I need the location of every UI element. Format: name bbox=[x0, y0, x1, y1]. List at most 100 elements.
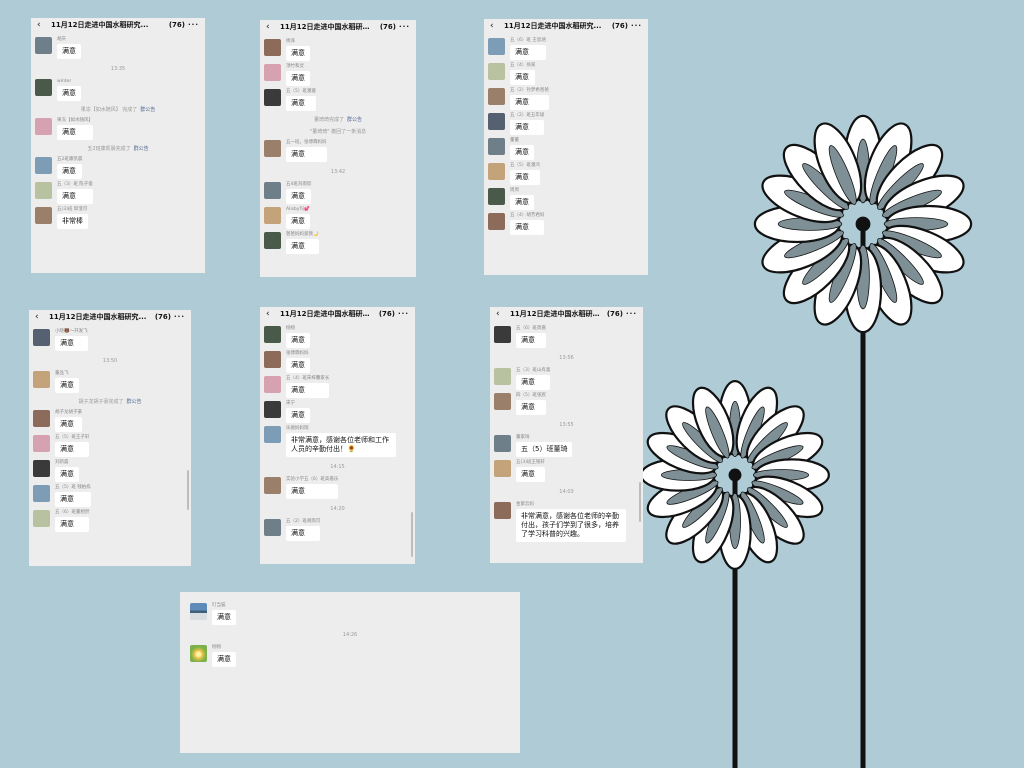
message-bubble[interactable]: 满意 bbox=[286, 189, 312, 204]
message-bubble[interactable]: 满意 bbox=[55, 417, 82, 432]
avatar[interactable] bbox=[488, 38, 505, 55]
avatar[interactable] bbox=[264, 64, 281, 81]
message-bubble[interactable]: 满意 bbox=[57, 164, 83, 179]
message-bubble[interactable]: 满意 bbox=[57, 44, 81, 59]
more-dots-icon[interactable]: ··· bbox=[623, 310, 637, 318]
avatar[interactable] bbox=[35, 79, 52, 96]
message-bubble[interactable]: 满意 bbox=[516, 467, 545, 482]
avatar[interactable] bbox=[488, 113, 505, 130]
message-bubble[interactable]: 满意 bbox=[286, 239, 319, 254]
avatar[interactable] bbox=[33, 329, 50, 346]
avatar[interactable] bbox=[494, 435, 511, 452]
avatar[interactable] bbox=[264, 89, 281, 106]
message-bubble[interactable]: 满意 bbox=[510, 45, 546, 60]
avatar[interactable] bbox=[488, 88, 505, 105]
message-bubble[interactable]: 满意 bbox=[286, 383, 330, 398]
avatar[interactable] bbox=[33, 410, 50, 427]
avatar[interactable] bbox=[488, 188, 505, 205]
avatar[interactable] bbox=[264, 39, 281, 56]
message-bubble[interactable]: 满意 bbox=[516, 333, 546, 348]
avatar[interactable] bbox=[488, 163, 505, 180]
avatar[interactable] bbox=[33, 435, 50, 452]
back-icon[interactable]: ‹ bbox=[37, 20, 47, 30]
message-bubble[interactable]: 满意 bbox=[516, 400, 546, 415]
avatar[interactable] bbox=[264, 351, 281, 368]
message-bubble[interactable]: 满意 bbox=[55, 517, 90, 532]
group-notice-link[interactable]: 群公告 bbox=[347, 117, 362, 123]
back-icon[interactable]: ‹ bbox=[35, 312, 45, 322]
avatar[interactable] bbox=[264, 207, 281, 224]
avatar[interactable] bbox=[264, 401, 281, 418]
message-bubble[interactable]: 非常满意，感谢各位老师和工作人员的辛勤付出！🌻 bbox=[286, 433, 396, 457]
message-bubble[interactable]: 满意 bbox=[57, 86, 81, 101]
message-bubble[interactable]: 满意 bbox=[212, 652, 236, 667]
avatar[interactable] bbox=[33, 371, 50, 388]
more-dots-icon[interactable]: ··· bbox=[395, 310, 409, 318]
avatar[interactable] bbox=[35, 182, 52, 199]
message-bubble[interactable]: 满意 bbox=[286, 147, 327, 162]
scrollbar[interactable] bbox=[639, 482, 641, 522]
message-bubble[interactable]: 满意 bbox=[286, 526, 321, 541]
avatar[interactable] bbox=[190, 645, 207, 662]
message-bubble[interactable]: 满意 bbox=[510, 70, 536, 85]
more-dots-icon[interactable]: ··· bbox=[628, 22, 642, 30]
message-bubble[interactable]: 满意 bbox=[57, 125, 93, 140]
message-bubble[interactable]: 五（5）班董琦 bbox=[516, 442, 573, 457]
message-bubble[interactable]: 满意 bbox=[510, 95, 549, 110]
avatar[interactable] bbox=[494, 326, 511, 343]
avatar[interactable] bbox=[35, 118, 52, 135]
avatar[interactable] bbox=[33, 460, 50, 477]
message-bubble[interactable]: 满意 bbox=[286, 71, 310, 86]
avatar[interactable] bbox=[494, 460, 511, 477]
message-bubble[interactable]: 满意 bbox=[510, 195, 534, 210]
group-notice-link[interactable]: 群公告 bbox=[134, 146, 149, 152]
avatar[interactable] bbox=[264, 140, 281, 157]
avatar[interactable] bbox=[33, 485, 50, 502]
avatar[interactable] bbox=[264, 426, 281, 443]
group-notice-link[interactable]: 群公告 bbox=[127, 399, 142, 405]
avatar[interactable] bbox=[33, 510, 50, 527]
more-dots-icon[interactable]: ··· bbox=[185, 21, 199, 29]
message-bubble[interactable]: 满意 bbox=[55, 378, 79, 393]
avatar[interactable] bbox=[494, 393, 511, 410]
avatar[interactable] bbox=[264, 182, 281, 199]
avatar[interactable] bbox=[488, 138, 505, 155]
message-bubble[interactable]: 满意 bbox=[516, 375, 551, 390]
more-dots-icon[interactable]: ··· bbox=[396, 23, 410, 31]
avatar[interactable] bbox=[190, 603, 207, 620]
message-bubble[interactable]: 满意 bbox=[510, 170, 540, 185]
avatar[interactable] bbox=[264, 477, 281, 494]
back-icon[interactable]: ‹ bbox=[266, 309, 276, 319]
message-bubble[interactable]: 满意 bbox=[212, 610, 236, 625]
avatar[interactable] bbox=[264, 326, 281, 343]
message-bubble[interactable]: 满意 bbox=[286, 46, 310, 61]
avatar[interactable] bbox=[264, 376, 281, 393]
avatar[interactable] bbox=[264, 519, 281, 536]
message-bubble[interactable]: 满意 bbox=[55, 467, 79, 482]
message-bubble[interactable]: 满意 bbox=[57, 189, 93, 204]
avatar[interactable] bbox=[488, 213, 505, 230]
avatar[interactable] bbox=[35, 207, 52, 224]
message-bubble[interactable]: 非常棒 bbox=[57, 214, 88, 229]
avatar[interactable] bbox=[35, 37, 52, 54]
back-icon[interactable]: ‹ bbox=[490, 21, 500, 31]
avatar[interactable] bbox=[494, 502, 511, 519]
message-bubble[interactable]: 满意 bbox=[286, 333, 310, 348]
message-bubble[interactable]: 满意 bbox=[510, 145, 534, 160]
avatar[interactable] bbox=[35, 157, 52, 174]
message-bubble[interactable]: 满意 bbox=[55, 336, 88, 351]
avatar[interactable] bbox=[264, 232, 281, 249]
scrollbar[interactable] bbox=[411, 512, 413, 557]
message-bubble[interactable]: 满意 bbox=[286, 96, 316, 111]
scrollbar[interactable] bbox=[187, 470, 189, 510]
message-bubble[interactable]: 满意 bbox=[286, 408, 310, 423]
group-notice-link[interactable]: 群公告 bbox=[140, 107, 155, 113]
more-dots-icon[interactable]: ··· bbox=[171, 313, 185, 321]
message-bubble[interactable]: 满意 bbox=[55, 492, 91, 507]
message-bubble[interactable]: 满意 bbox=[510, 220, 545, 235]
avatar[interactable] bbox=[494, 368, 511, 385]
message-bubble[interactable]: 满意 bbox=[286, 214, 310, 229]
message-bubble[interactable]: 满意 bbox=[286, 358, 310, 373]
back-icon[interactable]: ‹ bbox=[266, 22, 276, 32]
avatar[interactable] bbox=[488, 63, 505, 80]
